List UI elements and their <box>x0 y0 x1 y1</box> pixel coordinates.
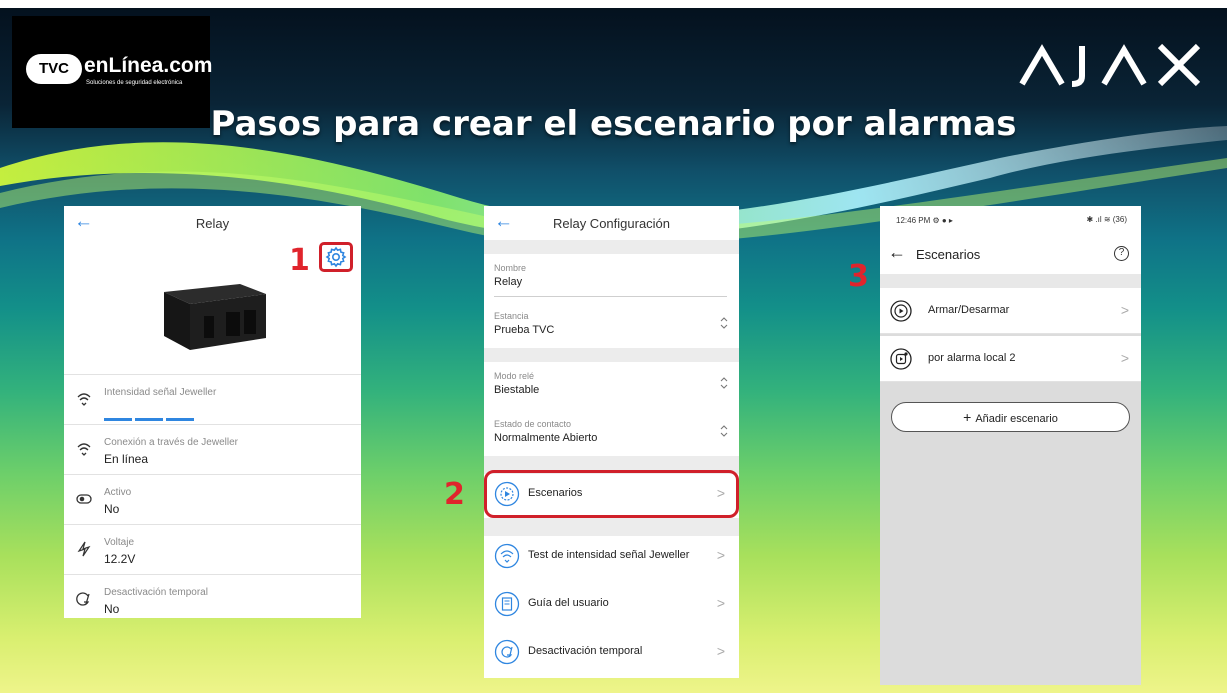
deactivate-icon <box>76 592 90 606</box>
signal-icon <box>77 443 91 456</box>
step-number-1: 1 <box>289 243 310 278</box>
signal-strength-row[interactable]: Intensidad señal Jeweller <box>64 374 361 424</box>
contact-state-label: Estado de contacto <box>494 419 572 429</box>
relay-device-image <box>164 284 266 350</box>
connection-value: En línea <box>104 452 149 466</box>
relay-config-panel: ← Relay Configuración Nombre Relay Estan… <box>484 206 739 678</box>
relay-mode-label: Modo relé <box>494 371 535 381</box>
contact-state-value: Normalmente Abierto <box>494 432 598 444</box>
updown-chevron-icon <box>720 317 728 329</box>
active-value: No <box>104 502 120 516</box>
connection-label: Conexión a través de Jeweller <box>104 437 238 448</box>
arrow-left-icon[interactable]: ← <box>888 242 906 263</box>
status-bar: 12:46 PM ⚙ ● ▸ ✱ .ıl ≋ (36) <box>880 206 1141 234</box>
chevron-right-icon: > <box>1120 302 1129 318</box>
scenario-label: Armar/Desarmar <box>928 304 1010 316</box>
scenario-item-arm-disarm[interactable]: Armar/Desarmar > <box>880 288 1141 334</box>
scenarios-title: Escenarios <box>916 247 981 262</box>
temp-deactivation-menu-item[interactable]: Desactivación temporal > <box>484 632 739 672</box>
relay-header: ← Relay <box>64 206 361 240</box>
chevron-right-icon: > <box>716 643 725 659</box>
name-value: Relay <box>494 276 523 288</box>
ajax-logo <box>1019 43 1201 87</box>
section-divider <box>880 274 1141 288</box>
settings-highlight[interactable] <box>319 242 353 272</box>
signal-strength-label: Intensidad señal Jeweller <box>104 387 217 398</box>
updown-chevron-icon <box>720 425 728 437</box>
voltage-label: Voltaje <box>104 537 135 548</box>
status-icons: ✱ .ıl ≋ (36) <box>1086 215 1127 224</box>
signal-strength-bars <box>104 408 204 421</box>
scenarios-highlight <box>484 470 739 518</box>
scenario-label: por alarma local 2 <box>928 352 1016 364</box>
relay-mode-select[interactable]: Modo relé Biestable <box>484 362 739 408</box>
status-time: 12:46 PM ⚙ ● ▸ <box>896 216 953 225</box>
updown-chevron-icon <box>720 377 728 389</box>
scenarios-header: ← Escenarios ? <box>880 234 1141 274</box>
name-field[interactable]: Nombre Relay <box>484 254 739 300</box>
chevron-right-icon: > <box>1120 350 1129 366</box>
config-header: ← Relay Configuración <box>484 206 739 240</box>
contact-state-select[interactable]: Estado de contacto Normalmente Abierto <box>484 410 739 456</box>
room-select[interactable]: Estancia Prueba TVC <box>484 302 739 348</box>
room-label: Estancia <box>494 311 529 321</box>
section-divider <box>484 518 739 536</box>
step-number-3: 3 <box>848 259 869 294</box>
temp-deactivation-row[interactable]: Desactivación temporal No <box>64 574 361 618</box>
plus-icon: + <box>963 409 972 425</box>
connection-row[interactable]: Conexión a través de Jeweller En línea <box>64 424 361 474</box>
scenarios-panel: 12:46 PM ⚙ ● ▸ ✱ .ıl ≋ (36) ← Escenarios… <box>880 206 1141 685</box>
add-scenario-button[interactable]: + Añadir escenario <box>891 402 1130 432</box>
help-icon[interactable]: ? <box>1114 246 1129 261</box>
scenario-item-local-alarm[interactable]: por alarma local 2 > <box>880 336 1141 382</box>
temp-deactivation-nav-label: Desactivación temporal <box>528 645 643 657</box>
deactivate-icon <box>494 639 520 665</box>
gear-icon[interactable] <box>322 245 350 269</box>
step-number-2: 2 <box>444 477 465 512</box>
play-circle-icon <box>890 300 912 322</box>
voltage-value: 12.2V <box>104 552 136 566</box>
signal-test-menu-item[interactable]: Test de intensidad señal Jeweller > <box>484 536 739 576</box>
toggle-icon <box>76 494 92 504</box>
chevron-right-icon: > <box>716 595 725 611</box>
alarm-play-icon <box>890 348 912 370</box>
voltage-row[interactable]: Voltaje 12.2V <box>64 524 361 574</box>
config-title: Relay Configuración <box>552 216 671 231</box>
add-scenario-label: Añadir escenario <box>975 413 1058 425</box>
signal-icon <box>77 393 91 406</box>
tvc-brand-name: enLínea.com <box>84 54 213 77</box>
temp-deactivation-label: Desactivación temporal <box>104 587 208 598</box>
relay-title: Relay <box>195 216 230 231</box>
signal-icon <box>494 543 520 569</box>
tvc-tagline: Soluciones de seguridad electrónica <box>86 80 183 86</box>
temp-deactivation-value: No <box>104 602 120 616</box>
book-icon <box>494 591 520 617</box>
active-label: Activo <box>104 487 132 498</box>
user-guide-label: Guía del usuario <box>528 597 609 609</box>
section-divider <box>484 240 739 254</box>
chevron-right-icon: > <box>716 547 725 563</box>
slide-title: Pasos para crear el escenario por alarma… <box>210 104 1017 144</box>
relay-mode-value: Biestable <box>494 384 540 396</box>
section-divider <box>484 348 739 362</box>
room-value: Prueba TVC <box>494 324 555 336</box>
user-guide-menu-item[interactable]: Guía del usuario > <box>484 584 739 624</box>
relay-panel: ← Relay 1 Intensidad señal Jeweller Cone… <box>64 206 361 618</box>
active-row[interactable]: Activo No <box>64 474 361 524</box>
signal-test-label: Test de intensidad señal Jeweller <box>528 549 690 561</box>
name-label: Nombre <box>494 263 527 273</box>
bolt-icon <box>77 541 91 557</box>
tvc-badge: TVC <box>26 54 82 84</box>
